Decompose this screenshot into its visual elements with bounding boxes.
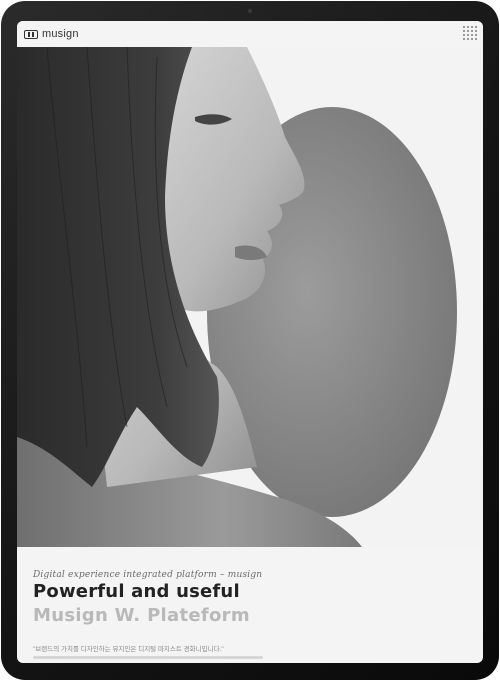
logo-text: musign <box>42 28 79 40</box>
quote-text: "브랜드의 가치를 디자인하는 뮤지인은 디지털 마지스트 경화니입니다." <box>33 646 224 653</box>
hero-image <box>17 47 483 547</box>
top-bar: musign <box>17 21 483 47</box>
subhead: Musign W. Plateform <box>33 605 250 626</box>
screen: musign Digital experience integrated pla… <box>17 21 483 663</box>
grid-menu-icon[interactable] <box>463 26 477 44</box>
musign-logo-icon <box>24 29 38 39</box>
portrait-illustration <box>17 47 362 547</box>
text-line-placeholder <box>33 656 263 659</box>
headline: Powerful and useful <box>33 581 240 602</box>
tablet-frame: musign Digital experience integrated pla… <box>1 1 499 680</box>
logo[interactable]: musign <box>24 28 79 40</box>
hero-tagline: Digital experience integrated platform –… <box>33 570 263 580</box>
camera-dot <box>248 9 252 13</box>
